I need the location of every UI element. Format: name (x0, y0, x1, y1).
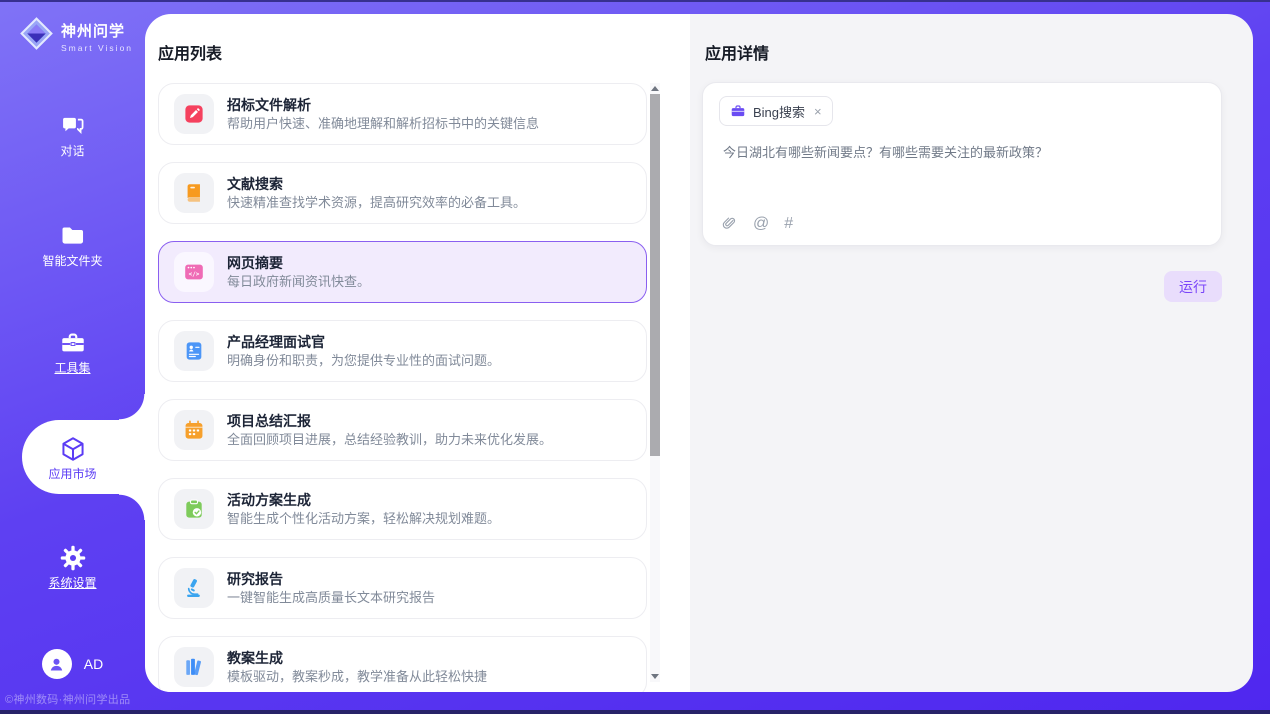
app-card-title: 招标文件解析 (227, 97, 539, 113)
app-card-title: 产品经理面试官 (227, 334, 500, 350)
composer-icon-row: @# (721, 215, 1221, 232)
sidebar-item-label: 对话 (60, 144, 84, 158)
cube-icon (59, 435, 87, 463)
app-card-title: 研究报告 (227, 571, 435, 587)
app-card-texts: 活动方案生成智能生成个性化活动方案，轻松解决规划难题。 (227, 492, 500, 526)
bottom-edge-divider (0, 710, 1270, 714)
app-card-title: 文献搜索 (227, 176, 526, 192)
app-root: 神州问学 Smart Vision 对话智能文件夹工具集应用市场系统设置 AD … (0, 0, 1270, 714)
chat-icon (59, 112, 87, 140)
brand-logo-icon (18, 15, 55, 57)
app-list-title: 应用列表 (158, 40, 222, 64)
app-card-title: 网页摘要 (227, 255, 370, 271)
app-card-texts: 网页摘要每日政府新闻资讯快查。 (227, 255, 370, 289)
resume-icon (174, 331, 214, 371)
app-card-tender-analysis[interactable]: 招标文件解析帮助用户快速、准确地理解和解析招标书中的关键信息 (158, 83, 647, 145)
app-detail-panel: 应用详情 Bing搜索 × 今日湖北有哪些新闻要点？有哪些需要关注的最新政策？ … (690, 14, 1253, 692)
scrollbar[interactable] (650, 83, 660, 682)
app-card-texts: 文献搜索快速精准查找学术资源，提高研究效率的必备工具。 (227, 176, 526, 210)
avatar (42, 649, 72, 679)
sidebar-item-toolkit[interactable]: 工具集 (0, 329, 145, 375)
app-card-lesson-plan[interactable]: 教案生成模板驱动，教案秒成，教学准备从此轻松快捷 (158, 636, 647, 692)
query-text[interactable]: 今日湖北有哪些新闻要点？有哪些需要关注的最新政策？ (723, 143, 1201, 163)
calendar-icon (174, 410, 214, 450)
book-icon (174, 173, 214, 213)
sidebar-item-smart-folders[interactable]: 智能文件夹 (0, 222, 145, 268)
sidebar-item-label: 应用市场 (48, 467, 96, 481)
gear-icon (59, 544, 87, 572)
app-card-texts: 研究报告一键智能生成高质量长文本研究报告 (227, 571, 435, 605)
app-list-panel: 应用列表 招标文件解析帮助用户快速、准确地理解和解析招标书中的关键信息文献搜索快… (145, 14, 690, 692)
tool-tag-bing-search[interactable]: Bing搜索 × (719, 96, 833, 126)
brand-tagline: Smart Vision (61, 43, 133, 53)
top-edge-divider (0, 0, 1270, 2)
app-card-title: 活动方案生成 (227, 492, 500, 508)
app-card-research-report[interactable]: 研究报告一键智能生成高质量长文本研究报告 (158, 557, 647, 619)
app-card-web-summary[interactable]: </> 网页摘要每日政府新闻资讯快查。 (158, 241, 647, 303)
app-card-texts: 教案生成模板驱动，教案秒成，教学准备从此轻松快捷 (227, 650, 487, 684)
briefcase-icon (730, 103, 746, 119)
sidebar-item-label: 智能文件夹 (42, 254, 102, 268)
prompt-card: Bing搜索 × 今日湖北有哪些新闻要点？有哪些需要关注的最新政策？ @# (702, 82, 1222, 246)
app-card-literature-search[interactable]: 文献搜索快速精准查找学术资源，提高研究效率的必备工具。 (158, 162, 647, 224)
copyright-text: ©神州数码·神州问学出品 (5, 691, 130, 707)
microscope-icon (174, 568, 214, 608)
hash-icon[interactable]: # (784, 216, 793, 232)
app-card-event-plan[interactable]: 活动方案生成智能生成个性化活动方案，轻松解决规划难题。 (158, 478, 647, 540)
app-detail-title: 应用详情 (705, 40, 769, 64)
svg-text:</>: </> (189, 271, 200, 278)
brand-name: 神州问学 (61, 20, 133, 41)
app-card-project-summary[interactable]: 项目总结汇报全面回顾项目进展，总结经验教训，助力未来优化发展。 (158, 399, 647, 461)
scrollbar-thumb[interactable] (650, 94, 660, 456)
books-icon (174, 647, 214, 687)
app-card-description: 每日政府新闻资讯快查。 (227, 274, 370, 289)
brand-logo: 神州问学 Smart Vision (18, 15, 133, 57)
sidebar-item-settings[interactable]: 系统设置 (0, 544, 145, 590)
app-card-list: 招标文件解析帮助用户快速、准确地理解和解析招标书中的关键信息文献搜索快速精准查找… (158, 83, 647, 692)
user-name: AD (84, 656, 103, 672)
app-card-description: 明确身份和职责，为您提供专业性的面试问题。 (227, 353, 500, 368)
paperclip-icon[interactable] (721, 215, 738, 232)
toolbox-icon (59, 329, 87, 357)
sidebar-item-chat[interactable]: 对话 (0, 112, 145, 158)
folder-icon (59, 222, 87, 250)
sidebar-item-label: 系统设置 (48, 576, 96, 590)
scroll-up-icon[interactable] (651, 86, 659, 91)
app-card-texts: 项目总结汇报全面回顾项目进展，总结经验教训，助力未来优化发展。 (227, 413, 552, 447)
app-card-title: 项目总结汇报 (227, 413, 552, 429)
sidebar-item-app-market[interactable]: 应用市场 (0, 435, 145, 481)
app-card-description: 模板驱动，教案秒成，教学准备从此轻松快捷 (227, 669, 487, 684)
app-card-title: 教案生成 (227, 650, 487, 666)
app-card-texts: 招标文件解析帮助用户快速、准确地理解和解析招标书中的关键信息 (227, 97, 539, 131)
scroll-down-icon[interactable] (651, 674, 659, 679)
run-button[interactable]: 运行 (1164, 271, 1222, 302)
app-card-description: 全面回顾项目进展，总结经验教训，助力未来优化发展。 (227, 432, 552, 447)
app-card-description: 快速精准查找学术资源，提高研究效率的必备工具。 (227, 195, 526, 210)
app-card-description: 帮助用户快速、准确地理解和解析招标书中的关键信息 (227, 116, 539, 131)
tool-tag-label: Bing搜索 (753, 102, 805, 121)
user-profile[interactable]: AD (0, 649, 145, 679)
app-card-pm-interviewer[interactable]: 产品经理面试官明确身份和职责，为您提供专业性的面试问题。 (158, 320, 647, 382)
pencil-square-icon (174, 94, 214, 134)
app-card-description: 智能生成个性化活动方案，轻松解决规划难题。 (227, 511, 500, 526)
content-area: 应用列表 招标文件解析帮助用户快速、准确地理解和解析招标书中的关键信息文献搜索快… (145, 14, 1253, 692)
clipboard-check-icon (174, 489, 214, 529)
browser-code-icon: </> (174, 252, 214, 292)
app-card-texts: 产品经理面试官明确身份和职责，为您提供专业性的面试问题。 (227, 334, 500, 368)
app-card-description: 一键智能生成高质量长文本研究报告 (227, 590, 435, 605)
brand-text: 神州问学 Smart Vision (61, 20, 133, 53)
sidebar-item-label: 工具集 (54, 361, 90, 375)
close-icon[interactable]: × (814, 104, 822, 119)
sidebar: 神州问学 Smart Vision 对话智能文件夹工具集应用市场系统设置 AD … (0, 0, 145, 714)
at-icon[interactable]: @ (753, 216, 769, 232)
